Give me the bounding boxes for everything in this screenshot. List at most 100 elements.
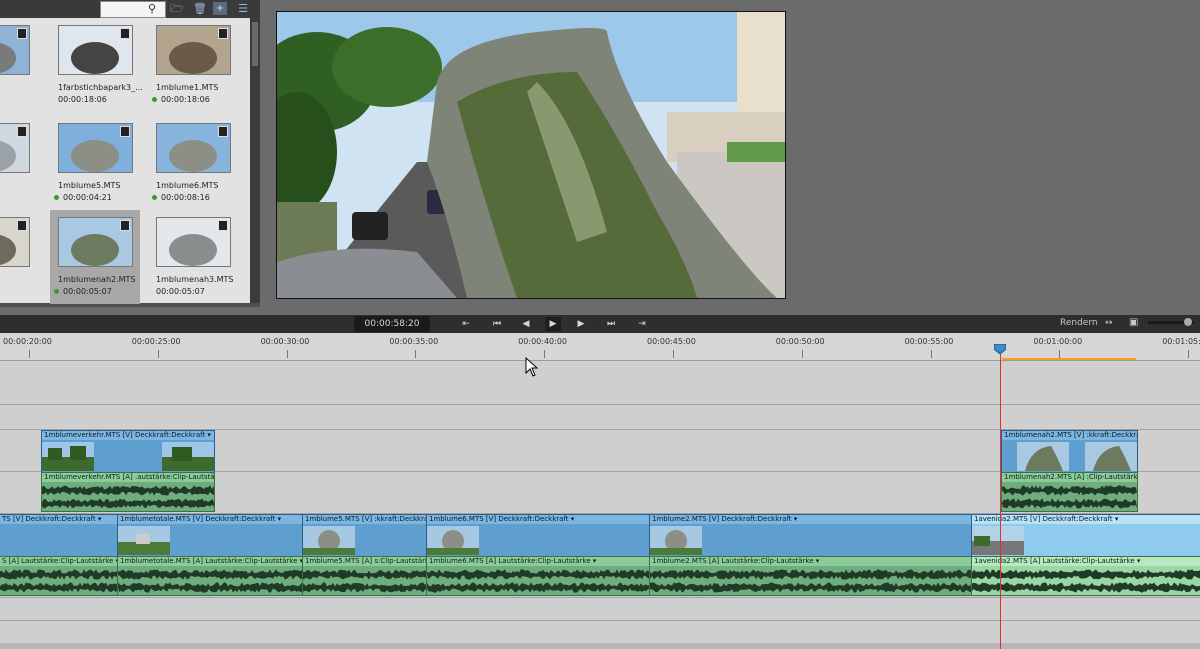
audio-waveform: [0, 569, 118, 580]
fit-icon[interactable]: ↔: [1105, 318, 1113, 328]
media-name: 1mblume5.MTS: [58, 181, 121, 190]
go-to-start-icon[interactable]: ⏮: [489, 317, 505, 331]
duration-text: 00:00:18:06: [161, 95, 210, 104]
film-icon: [218, 28, 228, 39]
media-duration: 00:00:05:07: [156, 287, 205, 296]
media-name: 1mblumenah2.MTS: [58, 275, 136, 284]
clip-label: 1mblume6.MTS [V] Deckkraft:Deckkraft ▾: [427, 515, 650, 524]
work-area-bar[interactable]: [1002, 358, 1136, 360]
media-thumbnail: [156, 123, 231, 173]
film-icon: [218, 126, 228, 137]
new-folder-icon[interactable]: 🗁: [170, 2, 184, 15]
play-icon[interactable]: ▶: [545, 317, 561, 331]
ruler-tick-label: 00:01:00:00: [1033, 337, 1083, 346]
status-dot: [54, 289, 59, 294]
clip-thumbnail: [972, 526, 1024, 555]
clip-label: 1avenida2.MTS [A] Lautstärke:Clip-Lautst…: [972, 557, 1200, 566]
ruler-tick: [1188, 350, 1190, 358]
zoom-slider-thumb[interactable]: [1184, 318, 1192, 326]
film-icon: [218, 220, 228, 231]
media-thumbnail: [0, 123, 30, 173]
timeline-scrollbar[interactable]: [0, 643, 1200, 649]
media-thumbnail: [156, 25, 231, 75]
media-item[interactable]: 1mblume6.MTS 00:00:08:16: [148, 116, 238, 210]
status-dot: [152, 195, 157, 200]
audio-waveform: [972, 569, 1200, 580]
audio-clip[interactable]: 1mblumenah2.MTS [A] :Clip-Lautstärke ▾: [1001, 472, 1138, 512]
ruler-tick-label: 00:00:50:00: [775, 337, 825, 346]
audio-clip[interactable]: 1mblume5.MTS [A] s:Clip-Lautstärke ▾: [302, 556, 428, 596]
audio-clip[interactable]: 1avenida2.MTS [A] Lautstärke:Clip-Lautst…: [971, 556, 1200, 596]
playhead-line[interactable]: [1000, 346, 1001, 649]
video-clip[interactable]: 1mblumenah2.MTS [V] :kkraft:Deckkraft ▾: [1001, 430, 1138, 473]
ruler-tick-label: 00:00:30:00: [260, 337, 310, 346]
video-clip[interactable]: 1mblume2.MTS [V] Deckkraft:Deckkraft ▾: [649, 514, 973, 557]
media-item[interactable]: nenah.MTS12:12: [0, 210, 37, 304]
ruler-tick-label: 00:00:45:00: [647, 337, 696, 346]
media-item[interactable]: 1mblume1.MTS 00:00:18:06: [148, 18, 238, 112]
clip-thumbnail: [42, 442, 94, 471]
video-clip[interactable]: TS [V] Deckkraft:Deckkraft ▾: [0, 514, 119, 557]
clip-thumbnail: [1017, 442, 1069, 471]
trash-icon[interactable]: 🗑: [193, 2, 207, 15]
media-item[interactable]: ne3.MTS08:16: [0, 116, 37, 210]
audio-waveform: [303, 582, 427, 593]
film-icon: [17, 28, 27, 39]
clip-label: TS [V] Deckkraft:Deckkraft ▾: [0, 515, 118, 524]
ruler-tick: [286, 350, 288, 358]
square-icon[interactable]: ▣: [1129, 317, 1138, 328]
go-to-in-icon[interactable]: ⇤: [458, 317, 474, 331]
ruler-tick: [544, 350, 546, 358]
preview-monitor[interactable]: [276, 11, 786, 299]
video-clip[interactable]: 1mblumetotale.MTS [V] Deckkraft:Deckkraf…: [117, 514, 304, 557]
film-icon: [120, 126, 130, 137]
clip-thumbnail: [650, 526, 702, 555]
video-clip[interactable]: 1mblume6.MTS [V] Deckkraft:Deckkraft ▾: [426, 514, 651, 557]
go-to-end-icon[interactable]: ⏭: [603, 317, 619, 331]
video-clip[interactable]: 1mblumeverkehr.MTS [V] Deckkraft:Deckkra…: [41, 430, 215, 473]
media-item[interactable]: 1mblumenah2.MTS 00:00:05:07: [50, 210, 140, 304]
duration-text: 00:00:04:21: [63, 193, 112, 202]
media-thumbnail: [58, 217, 133, 267]
media-thumbnail: [58, 25, 133, 75]
media-name: 1mblume6.MTS: [156, 181, 219, 190]
media-item[interactable]: a2.MTS24:00: [0, 18, 37, 112]
video-clip[interactable]: 1mblume5.MTS [V] :kkraft:Deckkraft ▾: [302, 514, 428, 557]
audio-waveform: [427, 569, 650, 580]
audio-clip[interactable]: 1mblumetotale.MTS [A] Lautstärke:Clip-La…: [117, 556, 304, 596]
media-duration: 00:00:05:07: [54, 287, 112, 296]
ruler-tick-label: 00:01:05:00: [1162, 337, 1200, 346]
clip-label: 1mblumeverkehr.MTS [A] .autstärke:Clip-L…: [42, 473, 214, 482]
audio-waveform: [972, 582, 1200, 593]
media-grid: a2.MTS24:00 1farbstichbapark3_... 00:00:18…: [0, 18, 250, 304]
audio-clip[interactable]: 1mblumeverkehr.MTS [A] .autstärke:Clip-L…: [41, 472, 215, 512]
search-icon[interactable]: ⚲: [145, 2, 159, 15]
ruler-tick: [930, 350, 932, 358]
clip-label: S [A] Lautstärke:Clip-Lautstärke ▾: [0, 557, 118, 566]
clip-label: 1mblumeverkehr.MTS [V] Deckkraft:Deckkra…: [42, 431, 214, 440]
scrollbar-thumb[interactable]: [252, 22, 258, 66]
list-view-icon[interactable]: ☰: [236, 2, 250, 15]
pin-icon[interactable]: ✦: [213, 2, 227, 15]
media-item[interactable]: 1mblume5.MTS 00:00:04:21: [50, 116, 140, 210]
clip-label: 1mblume6.MTS [A] Lautstärke:Clip-Lautstä…: [427, 557, 650, 566]
audio-clip[interactable]: 1mblume6.MTS [A] Lautstärke:Clip-Lautstä…: [426, 556, 651, 596]
ruler-tick: [673, 350, 674, 358]
clip-label: 1mblume5.MTS [V] :kkraft:Deckkraft ▾: [303, 515, 427, 524]
clip-thumbnail: [427, 526, 479, 555]
clip-thumbnail: [118, 526, 170, 555]
ruler-tick: [1059, 350, 1061, 358]
media-name: 1farbstichbapark3_...: [58, 83, 143, 92]
step-forward-icon[interactable]: ▶: [573, 317, 589, 331]
step-back-icon[interactable]: ◀: [518, 317, 534, 331]
media-item[interactable]: 1mblumenah3.MTS 00:00:05:07: [148, 210, 238, 304]
go-to-out-icon[interactable]: ⇥: [634, 317, 650, 331]
playhead-marker-icon[interactable]: [994, 344, 1006, 354]
current-timecode[interactable]: 00:00:58:20: [354, 316, 430, 332]
video-clip[interactable]: 1avenida2.MTS [V] Deckkraft:Deckkraft ▾: [971, 514, 1200, 557]
render-button[interactable]: Rendern: [1060, 318, 1098, 328]
media-item[interactable]: 1farbstichbapark3_... 00:00:18:06: [50, 18, 143, 112]
media-name: 1mblume1.MTS: [156, 83, 219, 92]
audio-clip[interactable]: S [A] Lautstärke:Clip-Lautstärke ▾: [0, 556, 119, 596]
audio-clip[interactable]: 1mblume2.MTS [A] Lautstärke:Clip-Lautstä…: [649, 556, 973, 596]
